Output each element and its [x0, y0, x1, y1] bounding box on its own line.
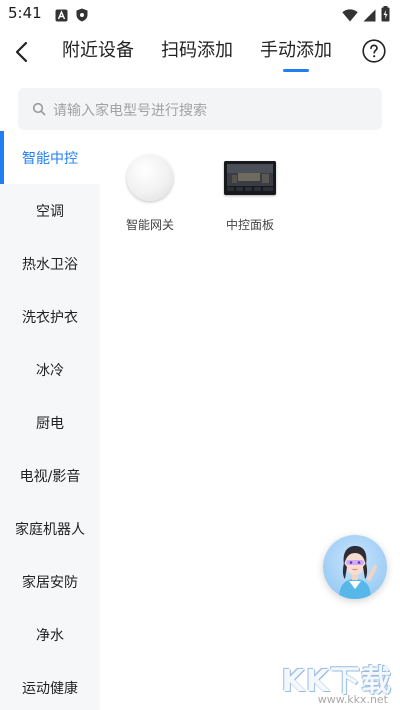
- category-item-water-heater-bath[interactable]: 热水卫浴: [0, 237, 100, 290]
- search-icon: [32, 102, 46, 116]
- assistant-avatar-icon: [339, 546, 377, 599]
- status-left-icons: [55, 7, 88, 26]
- status-right-icons: [342, 6, 390, 26]
- category-item-home-security[interactable]: 家居安防: [0, 555, 100, 608]
- tab-nearby-devices[interactable]: 附近设备: [62, 38, 134, 72]
- device-name: 中控面板: [225, 218, 274, 232]
- tab-scan-qr[interactable]: 扫码添加: [161, 38, 233, 72]
- shield-icon: [76, 7, 88, 26]
- device-card[interactable]: 智能网关: [110, 148, 190, 233]
- header: 附近设备 扫码添加 手动添加: [0, 30, 400, 80]
- tab-manual-add[interactable]: 手动添加: [260, 38, 332, 72]
- category-item-refrigeration[interactable]: 冰冷: [0, 343, 100, 396]
- watermark: KK下载 www.kkx.net: [274, 656, 394, 706]
- control-panel-image: [220, 148, 280, 208]
- device-grid: 智能网关 中控面板: [110, 148, 310, 233]
- category-item-air-conditioner[interactable]: 空调: [0, 184, 100, 237]
- device-card[interactable]: 中控面板: [210, 148, 290, 233]
- category-item-smart-hub[interactable]: 智能中控: [0, 131, 100, 184]
- chevron-left-icon: [15, 41, 28, 63]
- assistant-avatar-button[interactable]: [323, 535, 387, 599]
- gateway-image: [120, 148, 180, 208]
- status-bar: 5:41: [0, 0, 400, 28]
- tab-bar: 附近设备 扫码添加 手动添加: [62, 38, 359, 72]
- help-button[interactable]: [362, 39, 386, 63]
- search-input[interactable]: 请输入家电型号进行搜索: [18, 88, 382, 130]
- category-item-tv-audio[interactable]: 电视/影音: [0, 449, 100, 502]
- category-item-laundry[interactable]: 洗衣护衣: [0, 290, 100, 343]
- notification-a-icon: [55, 7, 68, 26]
- watermark-url: www.kkx.net: [317, 693, 388, 706]
- help-circle-icon: [362, 39, 386, 63]
- category-item-kitchen[interactable]: 厨电: [0, 396, 100, 449]
- wifi-icon: [342, 7, 358, 26]
- signal-icon: [363, 7, 376, 26]
- category-item-home-robot[interactable]: 家庭机器人: [0, 502, 100, 555]
- gateway-disc: [127, 155, 173, 201]
- control-panel-screen: [224, 161, 276, 195]
- category-sidebar: 智能中控 空调 热水卫浴 洗衣护衣 冰冷 厨电 电视/影音 家庭机器人 家居安防…: [0, 131, 100, 710]
- category-item-fitness-health[interactable]: 运动健康: [0, 661, 100, 710]
- search-placeholder: 请输入家电型号进行搜索: [53, 103, 207, 119]
- battery-charging-icon: [381, 6, 390, 26]
- back-button[interactable]: [8, 38, 36, 66]
- device-name: 智能网关: [125, 218, 174, 232]
- status-time: 5:41: [8, 4, 42, 22]
- category-item-water-purifier[interactable]: 净水: [0, 608, 100, 661]
- watermark-logo: KK下载: [281, 664, 392, 699]
